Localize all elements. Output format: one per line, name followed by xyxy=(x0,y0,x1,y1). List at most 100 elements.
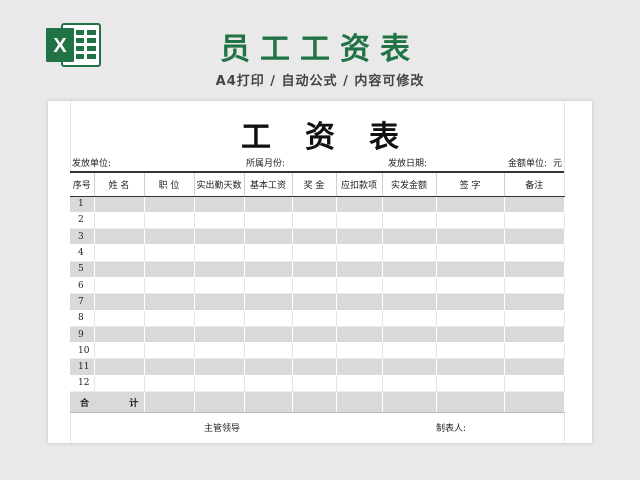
table-cell[interactable] xyxy=(504,228,565,246)
row-number-cell[interactable]: 6 xyxy=(70,277,95,295)
column-header[interactable]: 备注 xyxy=(504,171,564,197)
table-cell[interactable] xyxy=(144,293,195,311)
table-cell[interactable] xyxy=(382,293,437,311)
column-header[interactable]: 基本工资 xyxy=(244,171,293,197)
table-cell[interactable] xyxy=(504,326,565,344)
table-cell[interactable] xyxy=(436,196,505,213)
table-cell[interactable] xyxy=(194,326,245,344)
table-cell[interactable] xyxy=(336,212,383,230)
table-cell[interactable] xyxy=(292,228,337,246)
table-cell[interactable] xyxy=(504,375,565,393)
row-number-cell[interactable]: 5 xyxy=(70,261,95,278)
table-cell[interactable] xyxy=(292,342,337,360)
table-cell[interactable] xyxy=(436,212,505,230)
table-cell[interactable] xyxy=(144,342,195,360)
table-cell[interactable] xyxy=(382,375,437,393)
table-cell[interactable] xyxy=(94,228,145,246)
table-cell[interactable] xyxy=(244,244,293,262)
table-cell[interactable] xyxy=(292,212,337,230)
table-cell[interactable] xyxy=(94,293,145,311)
table-cell[interactable] xyxy=(194,293,245,311)
table-cell[interactable] xyxy=(244,375,293,393)
table-cell[interactable] xyxy=(436,342,505,360)
table-cell[interactable] xyxy=(194,228,245,246)
table-cell[interactable] xyxy=(382,277,437,295)
table-cell[interactable] xyxy=(336,375,383,393)
table-cell[interactable] xyxy=(194,358,245,376)
table-cell[interactable] xyxy=(382,261,437,278)
table-cell[interactable] xyxy=(194,196,245,213)
table-cell[interactable] xyxy=(244,261,293,278)
table-cell[interactable] xyxy=(94,277,145,295)
table-cell[interactable] xyxy=(382,228,437,246)
table-cell[interactable] xyxy=(504,244,565,262)
table-cell[interactable] xyxy=(144,391,195,414)
table-cell[interactable] xyxy=(244,391,293,414)
table-cell[interactable] xyxy=(504,277,565,295)
table-cell[interactable] xyxy=(244,228,293,246)
table-cell[interactable] xyxy=(336,310,383,327)
table-cell[interactable] xyxy=(144,326,195,344)
table-cell[interactable] xyxy=(94,196,145,213)
table-cell[interactable] xyxy=(292,196,337,213)
table-cell[interactable] xyxy=(144,244,195,262)
table-cell[interactable] xyxy=(144,310,195,327)
table-cell[interactable] xyxy=(436,277,505,295)
table-cell[interactable] xyxy=(292,326,337,344)
table-cell[interactable] xyxy=(144,196,195,213)
table-cell[interactable] xyxy=(244,277,293,295)
table-cell[interactable] xyxy=(292,358,337,376)
table-cell[interactable] xyxy=(436,261,505,278)
table-cell[interactable] xyxy=(194,310,245,327)
table-cell[interactable] xyxy=(244,358,293,376)
table-cell[interactable] xyxy=(336,358,383,376)
row-number-cell[interactable]: 4 xyxy=(70,244,95,262)
table-cell[interactable] xyxy=(292,244,337,262)
table-cell[interactable] xyxy=(144,261,195,278)
column-header[interactable]: 应扣款项 xyxy=(336,171,383,197)
table-cell[interactable] xyxy=(144,358,195,376)
table-cell[interactable] xyxy=(194,342,245,360)
table-cell[interactable] xyxy=(94,261,145,278)
table-cell[interactable] xyxy=(244,293,293,311)
table-cell[interactable] xyxy=(436,326,505,344)
table-cell[interactable] xyxy=(244,326,293,344)
table-cell[interactable] xyxy=(292,293,337,311)
row-number-cell[interactable]: 9 xyxy=(70,326,95,344)
table-cell[interactable] xyxy=(292,310,337,327)
column-header[interactable]: 实出勤天数 xyxy=(194,171,245,197)
column-header[interactable]: 奖 金 xyxy=(292,171,337,197)
table-cell[interactable] xyxy=(292,391,337,414)
table-cell[interactable] xyxy=(244,342,293,360)
row-number-cell[interactable]: 2 xyxy=(70,212,95,230)
table-cell[interactable] xyxy=(504,196,565,213)
table-cell[interactable] xyxy=(94,326,145,344)
row-number-cell[interactable]: 12 xyxy=(70,375,95,393)
table-cell[interactable] xyxy=(144,212,195,230)
table-cell[interactable] xyxy=(244,212,293,230)
table-cell[interactable] xyxy=(504,261,565,278)
row-number-cell[interactable]: 8 xyxy=(70,310,95,327)
table-cell[interactable] xyxy=(244,310,293,327)
table-cell[interactable] xyxy=(504,391,565,414)
table-cell[interactable] xyxy=(336,228,383,246)
table-cell[interactable] xyxy=(504,293,565,311)
table-cell[interactable] xyxy=(194,375,245,393)
table-cell[interactable] xyxy=(94,244,145,262)
column-header[interactable]: 序号 xyxy=(70,171,95,197)
table-cell[interactable] xyxy=(504,358,565,376)
table-cell[interactable] xyxy=(94,375,145,393)
total-label-cell[interactable]: 合 计 xyxy=(70,391,145,414)
table-cell[interactable] xyxy=(244,196,293,213)
table-cell[interactable] xyxy=(382,391,437,414)
table-cell[interactable] xyxy=(336,244,383,262)
table-cell[interactable] xyxy=(336,261,383,278)
table-cell[interactable] xyxy=(194,212,245,230)
table-cell[interactable] xyxy=(194,277,245,295)
table-cell[interactable] xyxy=(194,261,245,278)
table-cell[interactable] xyxy=(336,326,383,344)
column-header[interactable]: 签 字 xyxy=(436,171,505,197)
table-cell[interactable] xyxy=(94,342,145,360)
table-cell[interactable] xyxy=(436,391,505,414)
table-cell[interactable] xyxy=(292,375,337,393)
